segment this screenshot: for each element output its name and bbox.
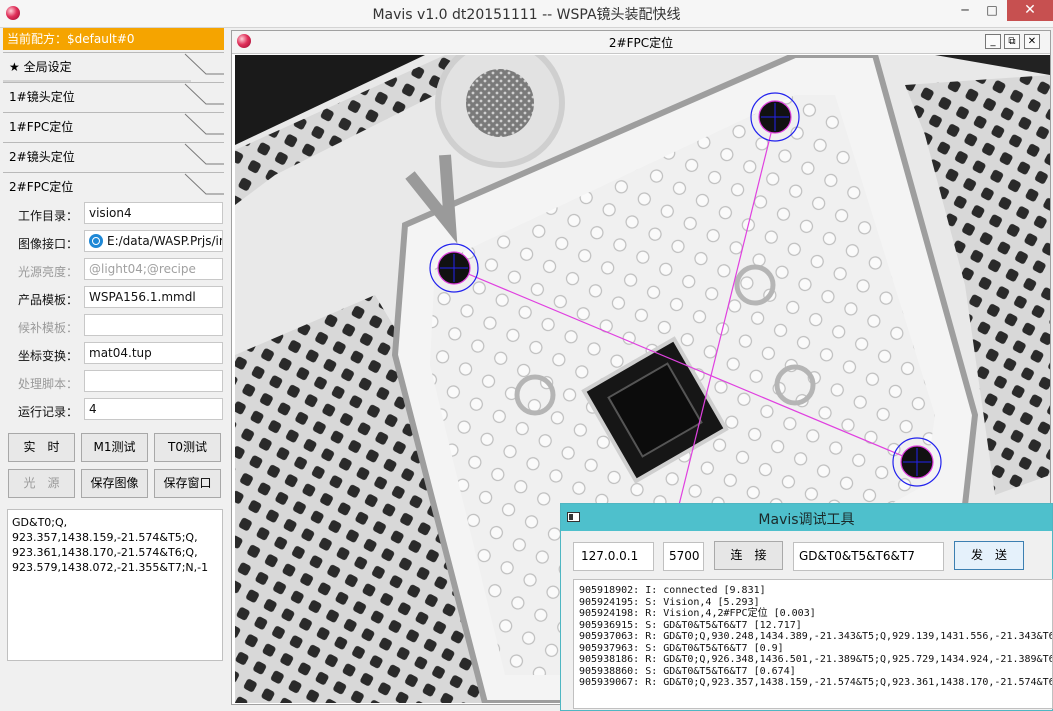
image-window-close-button[interactable]: ✕ <box>1024 34 1040 49</box>
main-titlebar: Mavis v1.0 dt20151111 -- WSPA镜头装配快线 ─ □ … <box>0 0 1053 28</box>
nav-item-label: 2#FPC定位 <box>9 180 74 194</box>
log-line: 905918902: I: connected [9.831] <box>579 585 766 596</box>
log-line: 905936915: S: GD&T0&T5&T6&T7 [12.717] <box>579 619 802 631</box>
nav-item-global-settings[interactable]: ★ 全局设定 <box>3 52 224 82</box>
run-log-label: 运行记录： <box>17 405 78 419</box>
close-button[interactable]: ✕ <box>1007 0 1053 21</box>
send-button[interactable]: 发 送 <box>954 541 1024 570</box>
log-line: 905924198: R: Vision,4,2#FPC定位 [0.003] <box>579 608 816 619</box>
debug-tool-title: Mavis调试工具 <box>758 512 855 528</box>
process-script-label: 处理脚本： <box>17 377 78 391</box>
process-script-input <box>84 370 223 392</box>
image-window-title: 2#FPC定位 <box>608 36 674 50</box>
command-input[interactable]: GD&T0&T5&T6&T7 <box>793 542 944 571</box>
coord-transform-label: 坐标变换： <box>17 349 78 363</box>
light-level-label: 光源亮度： <box>17 265 78 279</box>
nav-item-lens1[interactable]: 1#镜头定位 <box>3 82 224 111</box>
debug-log: 905918902: I: connected [9.831] 90592419… <box>573 579 1053 709</box>
image-interface-value: E:/data/WASP.Prjs/im <box>107 234 223 248</box>
nav-item-label: 1#镜头定位 <box>9 90 75 104</box>
nav-item-fpc2[interactable]: 2#FPC定位 <box>3 172 224 201</box>
save-window-button[interactable]: 保存窗口 <box>154 469 221 498</box>
work-dir-input[interactable]: vision4 <box>84 202 223 224</box>
product-template-label: 产品模板： <box>17 293 78 307</box>
image-window-restore-button[interactable]: ⧉ <box>1004 34 1020 49</box>
light-button[interactable]: 光 源 <box>8 469 75 498</box>
camera-icon <box>89 234 103 248</box>
nav-item-fpc1[interactable]: 1#FPC定位 <box>3 112 224 141</box>
save-image-button[interactable]: 保存图像 <box>81 469 148 498</box>
backup-template-input <box>84 314 223 336</box>
nav-item-label: 2#镜头定位 <box>9 150 75 164</box>
work-dir-label: 工作目录： <box>17 209 78 223</box>
log-line: 905924195: S: Vision,4 [5.293] <box>579 596 760 608</box>
image-interface-label: 图像接口： <box>17 237 78 251</box>
port-input[interactable]: 5700 <box>663 542 704 571</box>
nav-item-lens2[interactable]: 2#镜头定位 <box>3 142 224 171</box>
image-window-minimize-button[interactable]: _ <box>985 34 1001 49</box>
result-output: GD&T0;Q, 923.357,1438.159,-21.574&T5;Q, … <box>7 509 223 661</box>
window-title: Mavis v1.0 dt20151111 -- WSPA镜头装配快线 <box>372 7 681 23</box>
minimize-button[interactable]: ─ <box>950 0 980 21</box>
maximize-button[interactable]: □ <box>977 0 1007 21</box>
nav-item-label: 1#FPC定位 <box>9 120 74 134</box>
log-line: 905937963: S: GD&T0&T5&T6&T7 [0.9] <box>579 642 784 654</box>
run-log-input[interactable]: 4 <box>84 398 223 420</box>
round-seal-center <box>466 69 534 137</box>
nav-item-label: ★ 全局设定 <box>9 60 72 74</box>
connect-button[interactable]: 连 接 <box>714 541 783 570</box>
product-template-input[interactable]: WSPA156.1.mmdl <box>84 286 223 308</box>
ip-input[interactable]: 127.0.0.1 <box>573 542 654 571</box>
light-level-input: @light04;@recipe <box>84 258 223 280</box>
backup-template-label: 候补模板： <box>17 321 78 335</box>
debug-tool-window: Mavis调试工具 127.0.0.1 5700 连 接 GD&T0&T5&T6… <box>560 503 1053 711</box>
log-line: 905937063: R: GD&T0;Q,930.248,1434.389,-… <box>579 631 1053 642</box>
image-interface-input[interactable]: E:/data/WASP.Prjs/im <box>84 230 223 252</box>
realtime-button[interactable]: 实 时 <box>8 433 75 462</box>
debug-tool-titlebar: Mavis调试工具 <box>561 504 1052 531</box>
image-window-titlebar: 2#FPC定位 _ ⧉ ✕ <box>232 31 1050 54</box>
m1-test-button[interactable]: M1测试 <box>81 433 148 462</box>
log-line: 905939067: R: GD&T0;Q,923.357,1438.159,-… <box>579 677 1053 688</box>
t0-test-button[interactable]: T0测试 <box>154 433 221 462</box>
log-line: 905938860: S: GD&T0&T5&T6&T7 [0.674] <box>579 665 796 677</box>
log-line: 905938186: R: GD&T0;Q,926.348,1436.501,-… <box>579 654 1053 665</box>
coord-transform-input[interactable]: mat04.tup <box>84 342 223 364</box>
current-recipe-bar: 当前配方：$default#0 <box>3 28 224 50</box>
